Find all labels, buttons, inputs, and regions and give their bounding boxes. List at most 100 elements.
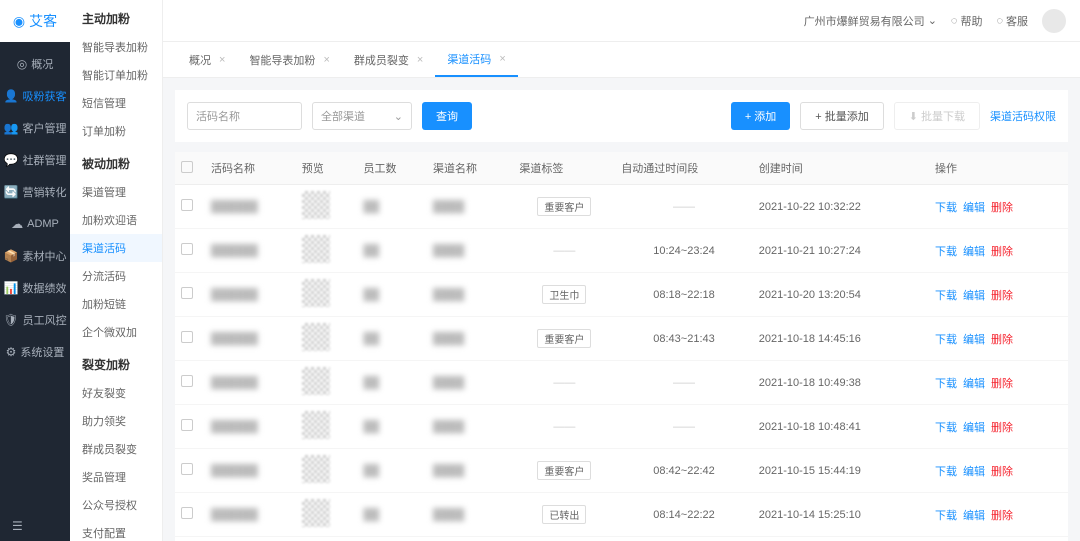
subitem[interactable]: 公众号授权 xyxy=(70,491,162,519)
close-icon[interactable]: × xyxy=(499,53,505,65)
download-link[interactable]: 下载 xyxy=(935,334,957,346)
nav-item-6[interactable]: 📦素材中心 xyxy=(0,240,70,272)
download-link[interactable]: 下载 xyxy=(935,246,957,258)
authorize-link[interactable]: 渠道活码权限 xyxy=(990,108,1056,124)
nav-icon: 📊 xyxy=(4,281,19,295)
nav-item-5[interactable]: ☁ADMP xyxy=(0,208,70,240)
cell-tag: 重要客户 xyxy=(537,197,591,216)
service-link[interactable]: ◌ 客服 xyxy=(996,13,1028,29)
add-button[interactable]: + 添加 xyxy=(731,102,790,130)
nav-item-7[interactable]: 📊数据绩效 xyxy=(0,272,70,304)
qr-preview[interactable] xyxy=(302,235,330,263)
batch-add-button[interactable]: + 批量添加 xyxy=(800,102,883,130)
qr-preview[interactable] xyxy=(302,323,330,351)
subitem[interactable]: 奖品管理 xyxy=(70,463,162,491)
query-button[interactable]: 查询 xyxy=(422,102,472,130)
download-link[interactable]: 下载 xyxy=(935,202,957,214)
nav-item-8[interactable]: 🛡员工风控 xyxy=(0,304,70,336)
subitem[interactable]: 群成员裂变 xyxy=(70,435,162,463)
close-icon[interactable]: × xyxy=(417,54,423,66)
download-link[interactable]: 下载 xyxy=(935,466,957,478)
delete-link[interactable]: 删除 xyxy=(991,246,1013,258)
nav-item-4[interactable]: 🔄营销转化 xyxy=(0,176,70,208)
delete-link[interactable]: 删除 xyxy=(991,466,1013,478)
subitem[interactable]: 助力领奖 xyxy=(70,407,162,435)
company-selector[interactable]: 广州市爆鲜贸易有限公司 ⌄ xyxy=(804,13,937,29)
delete-link[interactable]: 删除 xyxy=(991,290,1013,302)
subitem[interactable]: 加粉短链 xyxy=(70,290,162,318)
nav-label: 吸粉获客 xyxy=(22,88,66,104)
help-link[interactable]: ◌ 帮助 xyxy=(951,13,983,29)
edit-link[interactable]: 编辑 xyxy=(963,378,985,390)
cell-created: 2021-10-14 15:25:10 xyxy=(753,493,929,537)
edit-link[interactable]: 编辑 xyxy=(963,290,985,302)
cell-name: ██████ xyxy=(211,509,258,521)
subitem[interactable]: 智能订单加粉 xyxy=(70,61,162,89)
column-header: 自动通过时间段 xyxy=(615,152,752,185)
cell-time: 08:18~22:18 xyxy=(615,273,752,317)
cell-tag: 重要客户 xyxy=(537,461,591,480)
search-input[interactable]: 活码名称 xyxy=(187,102,302,130)
row-checkbox[interactable] xyxy=(181,463,193,475)
tab[interactable]: 智能导表加粉× xyxy=(237,42,341,77)
qr-preview[interactable] xyxy=(302,367,330,395)
download-link[interactable]: 下载 xyxy=(935,290,957,302)
close-icon[interactable]: × xyxy=(323,54,329,66)
edit-link[interactable]: 编辑 xyxy=(963,466,985,478)
download-link[interactable]: 下载 xyxy=(935,510,957,522)
qr-preview[interactable] xyxy=(302,455,330,483)
subitem[interactable]: 加粉欢迎语 xyxy=(70,206,162,234)
nav-item-1[interactable]: 👤吸粉获客 xyxy=(0,80,70,112)
row-checkbox[interactable] xyxy=(181,199,193,211)
subitem[interactable]: 短信管理 xyxy=(70,89,162,117)
row-checkbox[interactable] xyxy=(181,419,193,431)
nav-item-0[interactable]: ◎概况 xyxy=(0,48,70,80)
edit-link[interactable]: 编辑 xyxy=(963,202,985,214)
subitem[interactable]: 智能导表加粉 xyxy=(70,33,162,61)
subitem[interactable]: 分流活码 xyxy=(70,262,162,290)
nav-item-9[interactable]: ⚙系统设置 xyxy=(0,336,70,368)
sidebar: ◉ 艾客 ◎概况👤吸粉获客👥客户管理💬社群管理🔄营销转化☁ADMP📦素材中心📊数… xyxy=(0,0,70,541)
delete-link[interactable]: 删除 xyxy=(991,378,1013,390)
subitem[interactable]: 支付配置 xyxy=(70,519,162,541)
subitem[interactable]: 订单加粉 xyxy=(70,117,162,145)
edit-link[interactable]: 编辑 xyxy=(963,422,985,434)
edit-link[interactable]: 编辑 xyxy=(963,334,985,346)
row-checkbox[interactable] xyxy=(181,243,193,255)
tab[interactable]: 渠道活码× xyxy=(435,42,517,77)
nav-item-3[interactable]: 💬社群管理 xyxy=(0,144,70,176)
row-checkbox[interactable] xyxy=(181,331,193,343)
batch-download-button[interactable]: ⬇ 批量下载 xyxy=(894,102,980,130)
qr-preview[interactable] xyxy=(302,191,330,219)
delete-link[interactable]: 删除 xyxy=(991,202,1013,214)
row-checkbox[interactable] xyxy=(181,507,193,519)
cell-channel: ████ xyxy=(433,201,464,213)
subitem[interactable]: 企个微双加 xyxy=(70,318,162,346)
download-link[interactable]: 下载 xyxy=(935,422,957,434)
row-checkbox[interactable] xyxy=(181,375,193,387)
delete-link[interactable]: 删除 xyxy=(991,422,1013,434)
help-icon: ◌ xyxy=(951,15,958,27)
cell-name: ██████ xyxy=(211,421,258,433)
edit-link[interactable]: 编辑 xyxy=(963,510,985,522)
subitem[interactable]: 渠道管理 xyxy=(70,178,162,206)
subitem[interactable]: 好友裂变 xyxy=(70,379,162,407)
tab[interactable]: 群成员裂变 × xyxy=(342,42,435,77)
row-checkbox[interactable] xyxy=(181,287,193,299)
delete-link[interactable]: 删除 xyxy=(991,510,1013,522)
channel-select[interactable]: 全部渠道 ⌄ xyxy=(312,102,412,130)
tab-label: 群成员裂变 xyxy=(354,52,409,68)
close-icon[interactable]: × xyxy=(219,54,225,66)
tab[interactable]: 概况× xyxy=(177,42,237,77)
download-link[interactable]: 下载 xyxy=(935,378,957,390)
select-all-checkbox[interactable] xyxy=(181,161,193,173)
qr-preview[interactable] xyxy=(302,499,330,527)
qr-preview[interactable] xyxy=(302,411,330,439)
subitem[interactable]: 渠道活码 xyxy=(70,234,162,262)
edit-link[interactable]: 编辑 xyxy=(963,246,985,258)
nav-item-2[interactable]: 👥客户管理 xyxy=(0,112,70,144)
avatar[interactable] xyxy=(1042,9,1066,33)
delete-link[interactable]: 删除 xyxy=(991,334,1013,346)
qr-preview[interactable] xyxy=(302,279,330,307)
collapse-button[interactable]: ☰ xyxy=(0,511,70,541)
